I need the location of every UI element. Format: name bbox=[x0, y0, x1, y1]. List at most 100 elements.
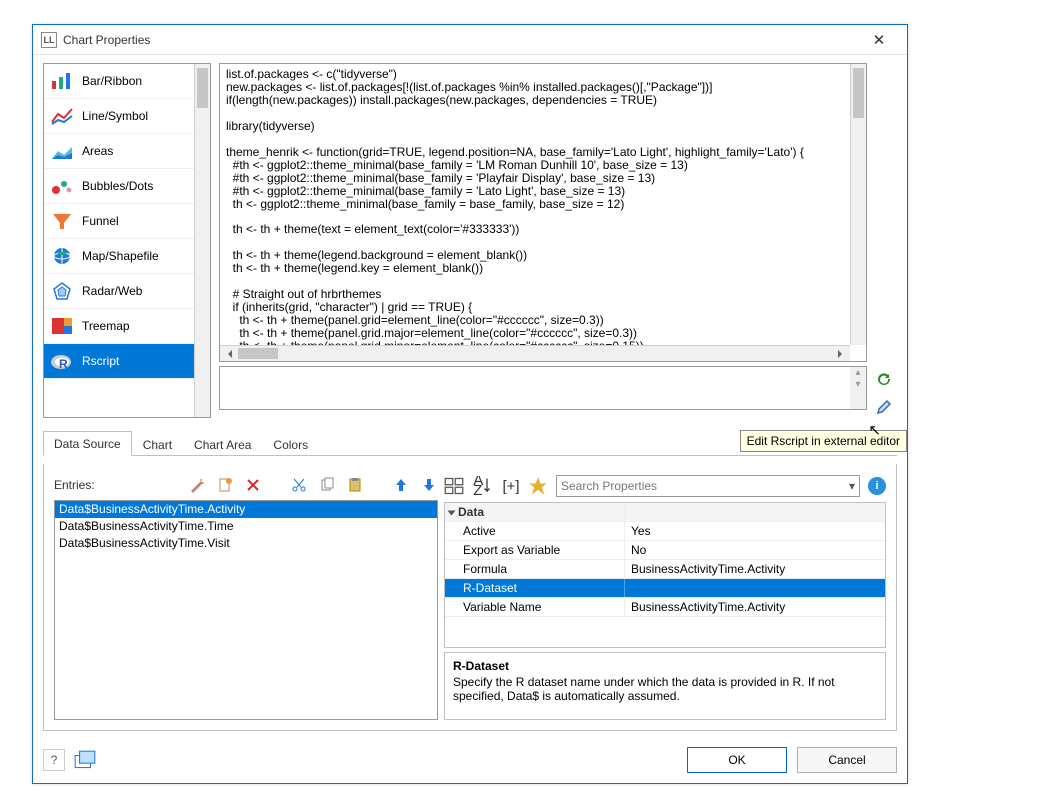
chart-type-bar-ribbon[interactable]: Bar/Ribbon bbox=[44, 64, 194, 99]
scroll-down-icon[interactable]: ▾ bbox=[850, 379, 866, 391]
new-entry-button[interactable] bbox=[216, 476, 234, 494]
property-value[interactable]: Yes bbox=[625, 522, 885, 540]
search-properties-input[interactable]: Search Properties ▾ bbox=[556, 475, 860, 497]
property-group-header[interactable]: Data bbox=[445, 503, 885, 522]
tab-label: Colors bbox=[273, 438, 308, 452]
chart-type-label: Line/Symbol bbox=[82, 109, 148, 123]
chart-type-scrollbar[interactable] bbox=[194, 64, 210, 417]
group-label: Data bbox=[458, 505, 484, 519]
copy-icon bbox=[319, 477, 335, 493]
move-down-button[interactable] bbox=[420, 476, 438, 494]
tab-colors[interactable]: Colors bbox=[262, 432, 319, 456]
chart-type-map-shapefile[interactable]: Map/Shapefile bbox=[44, 239, 194, 274]
entry-item[interactable]: Data$BusinessActivityTime.Time bbox=[55, 518, 437, 535]
chart-type-line-symbol[interactable]: Line/Symbol bbox=[44, 99, 194, 134]
cancel-button[interactable]: Cancel bbox=[797, 747, 897, 773]
entry-text: Data$BusinessActivityTime.Time bbox=[59, 519, 234, 533]
tab-label: Chart Area bbox=[194, 438, 251, 452]
wand-button[interactable] bbox=[188, 476, 206, 494]
delete-icon bbox=[245, 477, 261, 493]
categorized-icon bbox=[444, 476, 464, 496]
chart-type-label: Radar/Web bbox=[82, 284, 142, 298]
layers-button[interactable] bbox=[73, 749, 97, 771]
property-key: Variable Name bbox=[445, 598, 625, 616]
refresh-button[interactable] bbox=[873, 368, 895, 390]
bar-chart-icon bbox=[50, 71, 74, 91]
rscript-code-text[interactable]: list.of.packages <- c("tidyverse") new.p… bbox=[220, 64, 866, 361]
app-icon: LL bbox=[41, 32, 57, 48]
property-row-formula[interactable]: Formula BusinessActivityTime.Activity bbox=[445, 560, 885, 579]
scroll-up-icon[interactable]: ▴ bbox=[850, 367, 866, 379]
chart-type-label: Bar/Ribbon bbox=[82, 74, 142, 88]
new-file-icon bbox=[217, 477, 233, 493]
collapse-icon[interactable] bbox=[448, 510, 456, 515]
funnel-icon bbox=[50, 211, 74, 231]
close-button[interactable]: ✕ bbox=[859, 31, 899, 49]
add-property-button[interactable]: [+] bbox=[500, 476, 520, 496]
chart-type-label: Bubbles/Dots bbox=[82, 179, 153, 193]
property-value[interactable]: BusinessActivityTime.Activity bbox=[625, 598, 885, 616]
dropdown-arrow-icon[interactable]: ▾ bbox=[849, 479, 855, 493]
window-title: Chart Properties bbox=[63, 33, 859, 47]
tab-data-source[interactable]: Data Source bbox=[43, 431, 132, 456]
button-label: OK bbox=[728, 753, 745, 767]
property-row-variable-name[interactable]: Variable Name BusinessActivityTime.Activ… bbox=[445, 598, 885, 617]
entry-text: Data$BusinessActivityTime.Activity bbox=[59, 502, 245, 516]
property-value[interactable] bbox=[625, 579, 885, 597]
chart-properties-dialog: LL Chart Properties ✕ Bar/Ribbon Line/Sy… bbox=[32, 24, 908, 784]
chart-type-rscript[interactable]: R Rscript bbox=[44, 344, 194, 379]
pencil-icon bbox=[876, 399, 892, 415]
bubble-chart-icon bbox=[50, 176, 74, 196]
move-up-button[interactable] bbox=[392, 476, 410, 494]
star-icon bbox=[528, 476, 548, 496]
property-row-export[interactable]: Export as Variable No bbox=[445, 541, 885, 560]
chart-type-radar-web[interactable]: Radar/Web bbox=[44, 274, 194, 309]
favorites-button[interactable] bbox=[528, 476, 548, 496]
chart-type-treemap[interactable]: Treemap bbox=[44, 309, 194, 344]
help-button[interactable]: ? bbox=[43, 749, 65, 771]
property-key: Export as Variable bbox=[445, 541, 625, 559]
button-label: Cancel bbox=[828, 753, 865, 767]
entry-text: Data$BusinessActivityTime.Visit bbox=[59, 536, 230, 550]
help-body: Specify the R dataset name under which t… bbox=[453, 675, 877, 703]
titlebar: LL Chart Properties ✕ bbox=[33, 25, 907, 55]
code-horizontal-scrollbar[interactable] bbox=[220, 345, 850, 361]
sort-az-icon: AZ bbox=[472, 476, 492, 496]
paste-button[interactable] bbox=[346, 476, 364, 494]
rscript-code-editor[interactable]: list.of.packages <- c("tidyverse") new.p… bbox=[219, 63, 867, 362]
property-value[interactable]: BusinessActivityTime.Activity bbox=[625, 560, 885, 578]
property-grid[interactable]: Data Active Yes Export as Variable No Fo… bbox=[444, 502, 886, 648]
globe-icon bbox=[50, 246, 74, 266]
code-vertical-scrollbar[interactable] bbox=[850, 64, 866, 345]
svg-text:R: R bbox=[59, 357, 68, 371]
property-value[interactable]: No bbox=[625, 541, 885, 559]
categorized-button[interactable] bbox=[444, 476, 464, 496]
tab-label: Chart bbox=[143, 438, 172, 452]
tab-label: Data Source bbox=[54, 437, 121, 451]
edit-external-button[interactable] bbox=[873, 396, 895, 418]
ok-button[interactable]: OK bbox=[687, 747, 787, 773]
entry-item[interactable]: Data$BusinessActivityTime.Activity bbox=[55, 501, 437, 518]
tab-chart[interactable]: Chart bbox=[132, 432, 183, 456]
chart-type-list: Bar/Ribbon Line/Symbol Areas Bubbles/Dot… bbox=[43, 63, 211, 418]
svg-text:Z: Z bbox=[473, 482, 482, 496]
property-row-r-dataset[interactable]: R-Dataset bbox=[445, 579, 885, 598]
entries-listbox[interactable]: Data$BusinessActivityTime.Activity Data$… bbox=[54, 500, 438, 720]
property-row-active[interactable]: Active Yes bbox=[445, 522, 885, 541]
chart-type-areas[interactable]: Areas bbox=[44, 134, 194, 169]
info-button[interactable]: i bbox=[868, 477, 886, 495]
preview-scrollbar[interactable]: ▴ ▾ bbox=[850, 367, 866, 409]
copy-button[interactable] bbox=[318, 476, 336, 494]
chart-type-funnel[interactable]: Funnel bbox=[44, 204, 194, 239]
scissors-icon bbox=[291, 477, 307, 493]
refresh-icon bbox=[876, 371, 892, 387]
entry-item[interactable]: Data$BusinessActivityTime.Visit bbox=[55, 535, 437, 552]
tab-chart-area[interactable]: Chart Area bbox=[183, 432, 262, 456]
chart-type-bubbles-dots[interactable]: Bubbles/Dots bbox=[44, 169, 194, 204]
cut-button[interactable] bbox=[290, 476, 308, 494]
area-chart-icon bbox=[50, 141, 74, 161]
question-icon: ? bbox=[51, 753, 58, 767]
r-logo-icon: R bbox=[50, 351, 74, 371]
delete-entry-button[interactable] bbox=[244, 476, 262, 494]
alphabetical-button[interactable]: AZ bbox=[472, 476, 492, 496]
